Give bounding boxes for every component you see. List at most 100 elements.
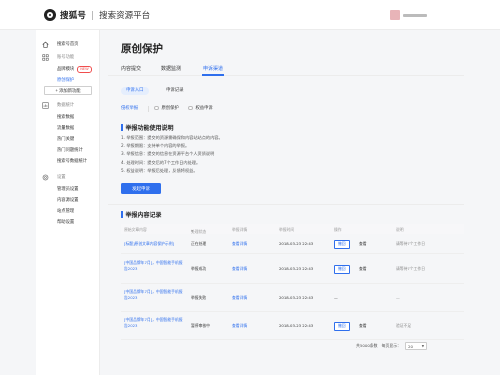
- view-button[interactable]: 查看: [359, 266, 367, 272]
- home-icon: [42, 41, 49, 48]
- top-header: 搜狐号 搜索资源平台: [0, 0, 500, 30]
- note-text: 请等待7个工作日: [396, 241, 425, 246]
- subtab-appeal-entry[interactable]: 申诉入口: [121, 87, 149, 95]
- sidebar-item-original-protect[interactable]: 原创保护: [57, 77, 74, 83]
- page-size-select[interactable]: 20 ▼: [405, 342, 428, 350]
- sidebar-item-content-source[interactable]: 内容源设置: [57, 197, 78, 203]
- sidebar-item-help[interactable]: 帮助设置: [57, 219, 74, 225]
- filter-rights[interactable]: 权益申诉: [188, 105, 213, 111]
- instructions-heading: 举报功能使用说明: [121, 123, 174, 132]
- withdraw-button[interactable]: 撤回: [334, 264, 350, 274]
- article-title-link[interactable]: [中国品牌年7月]，中国智能手机报告2023: [124, 289, 186, 301]
- page-size-label: 每页显示：: [381, 343, 402, 348]
- article-title-link[interactable]: [中国品牌年7月]，中国智能手机报告2023: [124, 317, 186, 329]
- column-header: 说明: [396, 226, 404, 232]
- table-row: [中国品牌年7月]，中国智能手机报告2023 举报成功 查看详情 2018-03…: [121, 254, 464, 284]
- pagination: 共5000条数 每页显示： 20 ▼: [356, 342, 428, 350]
- instruction-item: 3. 举报信息：提交的信息在资源平台个人资质说明: [121, 151, 215, 157]
- sidebar-item-admin[interactable]: 管理员设置: [57, 186, 78, 192]
- tab-appeal[interactable]: 申诉渠道: [203, 65, 223, 72]
- chevron-down-icon: ▼: [421, 344, 425, 348]
- active-tab-indicator: [202, 74, 224, 76]
- brand-name: 搜狐号: [60, 11, 87, 21]
- sidebar-item-home[interactable]: 搜索号首页: [36, 40, 100, 48]
- sidebar-group-data[interactable]: 数据统计: [36, 101, 100, 109]
- column-header: 操作: [334, 226, 342, 232]
- table-header: 原始文章内容 处理状态 ▼ 举报详情 举报时间 操作 说明: [121, 224, 464, 234]
- sidebar-item-account-stats[interactable]: 搜索号数据统计: [57, 158, 87, 164]
- detail-link[interactable]: 查看详情: [232, 266, 247, 272]
- total-count: 共5000条数: [356, 343, 378, 348]
- status-text: 暂停审核中: [191, 323, 210, 328]
- radio-icon: [188, 105, 193, 111]
- add-feature-button[interactable]: + 添加新功能: [44, 86, 92, 95]
- withdraw-button[interactable]: 撤回: [334, 321, 350, 331]
- column-header: 原始文章内容: [124, 226, 147, 232]
- sidebar-group-account[interactable]: 账号功能: [36, 53, 100, 61]
- tab-content-submit[interactable]: 内容提交: [121, 65, 141, 72]
- app-root: 搜狐号 搜索资源平台 搜索号首页 账号功能 品牌模块 NEW 原创保护 + 添加…: [0, 0, 500, 375]
- sidebar-item-search-data[interactable]: 搜索数据: [57, 114, 74, 120]
- sidebar-item-label: 品牌模块: [57, 67, 75, 72]
- report-time: 2018-03-23 22:43: [279, 266, 314, 271]
- sidebar-item-label: 搜索号首页: [57, 42, 79, 47]
- sidebar-group-settings[interactable]: 设置: [36, 173, 100, 181]
- chart-icon: [42, 101, 49, 109]
- instruction-item: 2. 举报期限：支持单个内容的举报。: [121, 143, 190, 149]
- status-text: 正在处理: [191, 241, 207, 246]
- status-text: 举报成功: [191, 266, 207, 271]
- instruction-item: 4. 处理时间：提交后的7个工作日内处理。: [121, 159, 201, 165]
- brand-logo[interactable]: 搜狐号 搜索资源平台: [44, 9, 150, 21]
- logo-divider: [92, 10, 94, 20]
- note-text: 请等待7个工作日: [396, 266, 425, 271]
- column-header: 举报详情: [232, 226, 248, 232]
- status-text: 举报失败: [191, 295, 207, 300]
- table-row: [标题]原创文章内容保护示例] 正在处理 查看详情 2018-03-23 22:…: [121, 234, 464, 254]
- start-appeal-button[interactable]: 发起申诉: [121, 183, 161, 194]
- sidebar-group-label: 账号功能: [57, 55, 75, 60]
- sidebar-item-traffic-data[interactable]: 流量数据: [57, 125, 74, 131]
- heading-text: 举报功能使用说明: [125, 125, 174, 132]
- sort-down-icon: ▼: [191, 229, 194, 233]
- sidebar-item-hot-questions[interactable]: 热门问题统计: [57, 147, 83, 153]
- user-menu[interactable]: [390, 10, 427, 20]
- article-title-link[interactable]: [中国品牌年7月]，中国智能手机报告2023: [124, 260, 186, 272]
- subtab-bar: 申诉入口 申诉记录: [108, 86, 464, 98]
- sidebar-item-brand[interactable]: 品牌模块 NEW: [57, 66, 92, 73]
- section-divider: [108, 204, 464, 205]
- main-content: 原创保护 内容提交 数据监测 申诉渠道 申诉入口 申诉记录 侵权举报 原创保护 …: [108, 30, 464, 375]
- report-time: 2018-03-23 22:43: [279, 241, 314, 246]
- heading-accent: [121, 211, 123, 218]
- subtab-appeal-records[interactable]: 申诉记录: [166, 87, 184, 95]
- view-button[interactable]: 查看: [359, 241, 367, 247]
- instruction-item: 1. 举报范围：提交的资源需确保和内容站站点的内容。: [121, 135, 223, 140]
- table-row: [中国品牌年7月]，中国智能手机报告2023 暂停审核中 查看详情 2018-0…: [121, 312, 464, 340]
- report-time: 2018-03-23 22:43: [279, 323, 314, 328]
- page-title: 原创保护: [121, 43, 163, 55]
- filter-divider: [148, 106, 149, 112]
- sidebar-item-hot-keywords[interactable]: 热门关键: [57, 136, 74, 142]
- sidebar-item-site-manage[interactable]: 站点管理: [57, 208, 74, 214]
- sidebar: 搜索号首页 账号功能 品牌模块 NEW 原创保护 + 添加新功能 数据统计 搜索数…: [36, 30, 100, 375]
- detail-link[interactable]: 查看详情: [232, 241, 247, 247]
- avatar: [390, 10, 400, 20]
- withdraw-button[interactable]: 撤回: [334, 239, 350, 249]
- filter-infringement[interactable]: 侵权举报: [121, 105, 138, 111]
- table-row: [中国品牌年7月]，中国智能手机报告2023 举报失败 查看详情 2018-03…: [121, 284, 464, 312]
- note-text: —: [396, 295, 400, 300]
- sidebar-group-label: 设置: [57, 175, 66, 180]
- page-size-value: 20: [408, 343, 413, 349]
- new-badge: NEW: [77, 66, 92, 73]
- heading-accent: [121, 124, 123, 131]
- article-title-link[interactable]: [标题]原创文章内容保护示例]: [124, 241, 174, 247]
- filter-original[interactable]: 原创保护: [154, 105, 179, 111]
- radio-icon: [154, 105, 159, 111]
- detail-link[interactable]: 查看详情: [232, 323, 247, 329]
- sidebar-group-label: 数据统计: [57, 103, 75, 108]
- tab-data-monitor[interactable]: 数据监测: [161, 65, 181, 72]
- instruction-item: 5. 权益说明：举报后处理，反馈将权益。: [121, 167, 198, 173]
- detail-link[interactable]: 查看详情: [232, 295, 247, 301]
- view-button[interactable]: 查看: [359, 323, 367, 329]
- note-text: 验证不足: [396, 323, 412, 328]
- appeal-type-filters: 侵权举报 原创保护 权益申诉: [108, 105, 464, 115]
